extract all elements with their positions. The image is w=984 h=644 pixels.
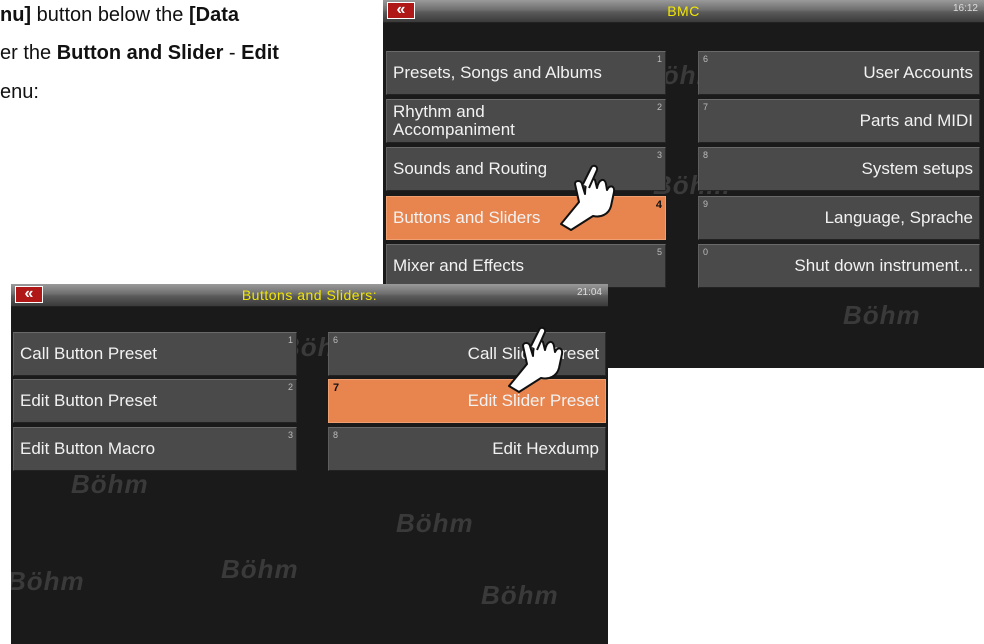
menu-button-presets-songs-albums[interactable]: Presets, Songs and Albums 1: [386, 51, 666, 95]
button-number: 2: [656, 102, 662, 112]
menu-button-parts-midi[interactable]: 7 Parts and MIDI: [698, 99, 980, 143]
doc-text-run: nu]: [0, 4, 32, 26]
menu-button-sounds-routing[interactable]: Sounds and Routing 3: [386, 147, 666, 191]
screen-title: BMC: [667, 3, 700, 19]
clock: 21:04: [576, 287, 602, 298]
clock: 16:12: [952, 3, 978, 14]
button-label: Edit Slider Preset: [467, 391, 599, 410]
button-number: 0: [703, 247, 709, 257]
menu-button-system-setups[interactable]: 8 System setups: [698, 147, 980, 191]
button-number: 6: [333, 335, 339, 345]
menu-button-call-button-preset[interactable]: Call Button Preset 1: [13, 332, 297, 376]
button-label: Parts and MIDI: [859, 111, 973, 130]
button-number: 2: [287, 382, 293, 392]
doc-text-run: Button and Slider: [56, 42, 224, 64]
menu-button-edit-button-macro[interactable]: Edit Button Macro 3: [13, 427, 297, 471]
button-label: Edit Hexdump: [492, 439, 599, 458]
button-number: 4: [655, 199, 662, 211]
watermark-logo: Böhm: [396, 508, 474, 538]
menu-button-rhythm-accompaniment[interactable]: Rhythm and Accompaniment 2: [386, 99, 666, 143]
button-number: 5: [656, 247, 662, 257]
button-number: 7: [703, 102, 709, 112]
button-label: Shut down instrument...: [794, 256, 973, 275]
menu-button-user-accounts[interactable]: 6 User Accounts: [698, 51, 980, 95]
button-label: Sounds and Routing: [393, 159, 548, 178]
title-bar: « Buttons and Sliders: 21:04: [11, 284, 608, 307]
button-label: User Accounts: [863, 63, 973, 82]
button-number: 3: [656, 150, 662, 160]
title-bar: « BMC 16:12: [383, 0, 984, 23]
screen-title: Buttons and Sliders:: [241, 287, 378, 303]
doc-text-run: [Data: [188, 4, 239, 26]
button-number: 3: [287, 430, 293, 440]
watermark-logo: Böhm: [481, 580, 559, 610]
doc-line-1: nu] button below the [Data: [0, 4, 239, 27]
button-label: Rhythm and Accompaniment: [393, 102, 515, 139]
buttons-sliders-screen: « Buttons and Sliders: 21:04 Böhm Böhm B…: [11, 284, 608, 644]
doc-text-run: er the: [0, 42, 57, 64]
pointing-hand-icon: [508, 326, 564, 393]
button-label: Buttons and Sliders: [393, 208, 541, 227]
button-label: Edit Button Macro: [20, 439, 156, 458]
menu-button-language[interactable]: 9 Language, Sprache: [698, 196, 980, 240]
pointing-hand-icon: [560, 164, 616, 231]
doc-text-run: Edit: [241, 42, 279, 64]
button-label: Language, Sprache: [824, 208, 973, 227]
button-label: System setups: [861, 159, 974, 178]
doc-text-run: enu:: [0, 81, 39, 103]
button-number: 8: [333, 430, 339, 440]
button-number: 1: [287, 335, 293, 345]
button-number: 1: [656, 54, 662, 64]
doc-text-run: -: [223, 42, 242, 64]
button-label: Presets, Songs and Albums: [393, 63, 602, 82]
button-number: 7: [333, 382, 340, 394]
doc-line-2: er the Button and Slider - Edit: [0, 42, 279, 65]
doc-line-3: enu:: [0, 81, 39, 104]
button-label: Edit Button Preset: [20, 391, 158, 410]
button-number: 9: [703, 199, 709, 209]
watermark-logo: Böhm: [843, 300, 921, 330]
button-number: 6: [703, 54, 709, 64]
menu-button-shut-down[interactable]: 0 Shut down instrument...: [698, 244, 980, 288]
menu-button-edit-button-preset[interactable]: Edit Button Preset 2: [13, 379, 297, 423]
watermark-logo: Böhm: [221, 554, 299, 584]
button-label: Call Button Preset: [20, 344, 158, 363]
doc-text-run: button below the: [31, 4, 189, 26]
watermark-logo: Böhm: [71, 469, 149, 499]
button-label: Mixer and Effects: [393, 256, 525, 275]
menu-button-mixer-effects[interactable]: Mixer and Effects 5: [386, 244, 666, 288]
watermark-logo: Böhm: [11, 566, 85, 596]
menu-button-buttons-sliders[interactable]: Buttons and Sliders 4: [386, 196, 666, 240]
button-number: 8: [703, 150, 709, 160]
menu-button-edit-hexdump[interactable]: 8 Edit Hexdump: [328, 427, 606, 471]
